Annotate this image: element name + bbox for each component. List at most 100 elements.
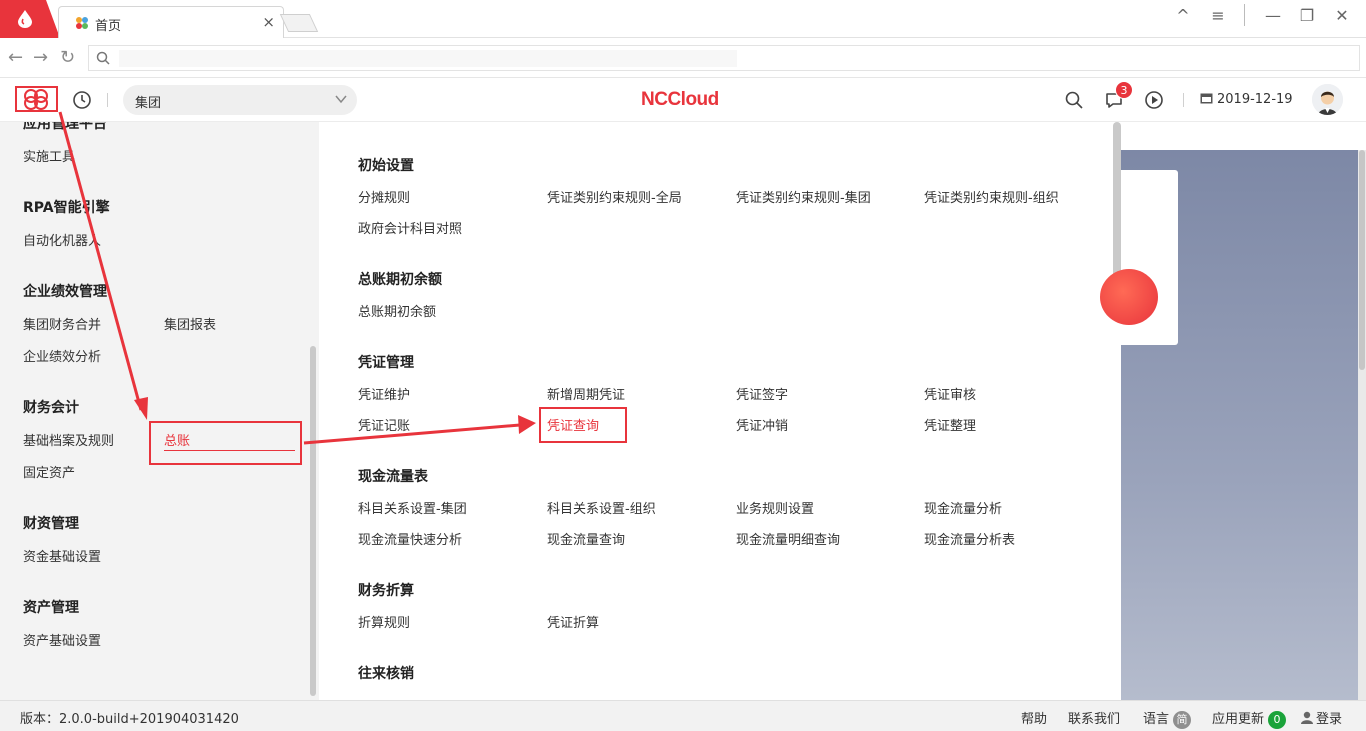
menu-panel-scrollbar[interactable] bbox=[1113, 122, 1121, 282]
browser-logo[interactable] bbox=[0, 0, 60, 38]
forward-icon[interactable]: → bbox=[33, 47, 48, 68]
search-icon bbox=[96, 51, 110, 65]
help-link[interactable]: 帮助 bbox=[1021, 708, 1047, 727]
section-title: 凭证管理 bbox=[358, 355, 414, 371]
contact-link[interactable]: 联系我们 bbox=[1068, 708, 1120, 727]
group-select-value: 集团 bbox=[135, 96, 162, 111]
tab-home[interactable]: 首页 × bbox=[58, 6, 284, 38]
nccloud-logo: NCCloud bbox=[641, 89, 719, 110]
history-clock-icon[interactable] bbox=[72, 90, 92, 110]
new-tab-button[interactable] bbox=[279, 14, 319, 32]
section-title: 往来核销 bbox=[358, 666, 414, 682]
menu-item[interactable]: 凭证审核 bbox=[924, 384, 976, 403]
category-item-fund-settings[interactable]: 资金基础设置 bbox=[23, 546, 101, 565]
header-divider bbox=[107, 93, 108, 107]
browser-menu-icon[interactable]: ≡ bbox=[1206, 6, 1230, 28]
language-badge: 简 bbox=[1173, 711, 1192, 729]
menu-item[interactable]: 凭证类别约束规则-全局 bbox=[547, 187, 682, 206]
url-input[interactable] bbox=[88, 45, 1360, 71]
category-item-group-report[interactable]: 集团报表 bbox=[164, 314, 216, 333]
language-switch[interactable]: 语言简 bbox=[1143, 708, 1192, 729]
menu-item-voucher-query[interactable]: 凭证查询 bbox=[547, 415, 599, 434]
menu-item[interactable]: 现金流量快速分析 bbox=[358, 529, 462, 548]
category-item-automation-robot[interactable]: 自动化机器人 bbox=[23, 230, 101, 249]
address-bar: ← → ↻ bbox=[0, 38, 1366, 78]
login-label: 登录 bbox=[1316, 712, 1343, 727]
menu-panel: 初始设置 分摊规则 凭证类别约束规则-全局 凭证类别约束规则-集团 凭证类别约束… bbox=[319, 122, 1121, 700]
user-avatar-icon bbox=[1312, 84, 1343, 115]
menu-item[interactable]: 凭证折算 bbox=[547, 612, 599, 631]
category-panel: 应用管理平台 实施工具 RPA智能引擎 自动化机器人 企业绩效管理 集团财务合并… bbox=[0, 122, 319, 700]
user-icon bbox=[1301, 711, 1313, 724]
category-panel-scrollbar[interactable] bbox=[310, 346, 316, 696]
category-item-asset-settings[interactable]: 资产基础设置 bbox=[23, 630, 101, 649]
category-title: 企业绩效管理 bbox=[23, 284, 107, 300]
message-count-badge: 3 bbox=[1115, 81, 1133, 99]
refresh-icon[interactable]: ↻ bbox=[60, 47, 75, 68]
section-title: 初始设置 bbox=[358, 158, 414, 174]
home-favicon-icon bbox=[76, 17, 88, 29]
workspace-scroll-thumb[interactable] bbox=[1359, 150, 1365, 370]
menu-item[interactable]: 政府会计科目对照 bbox=[358, 218, 462, 237]
header-divider bbox=[1183, 93, 1184, 107]
user-avatar[interactable] bbox=[1312, 84, 1343, 115]
menu-item[interactable]: 新增周期凭证 bbox=[547, 384, 625, 403]
calendar-icon bbox=[1200, 93, 1213, 104]
app-card-icon bbox=[1100, 269, 1158, 325]
menu-item[interactable]: 凭证整理 bbox=[924, 415, 976, 434]
restore-icon[interactable]: ❐ bbox=[1295, 6, 1319, 28]
menu-item[interactable]: 凭证冲销 bbox=[736, 415, 788, 434]
menu-item[interactable]: 凭证类别约束规则-集团 bbox=[736, 187, 871, 206]
app-update-link[interactable]: 应用更新 0 bbox=[1212, 708, 1287, 729]
menu-item[interactable]: 科目关系设置-组织 bbox=[547, 498, 656, 517]
business-date-text: 2019-12-19 bbox=[1217, 92, 1293, 107]
menu-item[interactable]: 现金流量查询 bbox=[547, 529, 625, 548]
menu-item[interactable]: 折算规则 bbox=[358, 612, 410, 631]
menu-item[interactable]: 凭证维护 bbox=[358, 384, 410, 403]
skin-icon[interactable]: ^ bbox=[1171, 6, 1195, 28]
app-update-label: 应用更新 bbox=[1212, 712, 1265, 727]
business-date[interactable]: 2019-12-19 bbox=[1200, 92, 1293, 107]
menu-item[interactable]: 业务规则设置 bbox=[736, 498, 814, 517]
category-item-general-ledger[interactable]: 总账 bbox=[164, 430, 190, 449]
section-title: 总账期初余额 bbox=[358, 272, 442, 288]
workspace-top bbox=[1121, 122, 1366, 150]
search-icon[interactable] bbox=[1064, 90, 1084, 110]
menu-item[interactable]: 科目关系设置-集团 bbox=[358, 498, 467, 517]
close-window-icon[interactable]: ✕ bbox=[1330, 6, 1354, 28]
category-item-implementation-tools[interactable]: 实施工具 bbox=[23, 146, 75, 165]
section-title: 现金流量表 bbox=[358, 469, 428, 485]
menu-item[interactable]: 凭证类别约束规则-组织 bbox=[924, 187, 1059, 206]
category-title: 财务会计 bbox=[23, 400, 79, 416]
app-menu-button[interactable] bbox=[15, 86, 58, 112]
update-count-badge: 0 bbox=[1268, 711, 1287, 729]
menu-item[interactable]: 总账期初余额 bbox=[358, 301, 436, 320]
app-header: 集团 NCCloud 3 2019-12-19 bbox=[0, 78, 1366, 122]
login-link[interactable]: 登录 bbox=[1300, 708, 1342, 727]
category-item-fixed-assets[interactable]: 固定资产 bbox=[23, 462, 75, 481]
group-select[interactable]: 集团 bbox=[123, 85, 357, 115]
minimize-icon[interactable]: — bbox=[1261, 6, 1285, 28]
status-bar: 版本：2.0.0-build+201904031420 帮助 联系我们 语言简 … bbox=[0, 700, 1366, 731]
tab-close-icon[interactable]: × bbox=[262, 13, 275, 31]
workspace-scrollbar[interactable] bbox=[1358, 150, 1366, 700]
category-item-performance-analysis[interactable]: 企业绩效分析 bbox=[23, 346, 101, 365]
menu-item[interactable]: 现金流量分析 bbox=[924, 498, 1002, 517]
category-title: 财资管理 bbox=[23, 516, 79, 532]
back-icon[interactable]: ← bbox=[8, 47, 23, 68]
menu-item[interactable]: 现金流量分析表 bbox=[924, 529, 1015, 548]
version-text: 版本：2.0.0-build+201904031420 bbox=[20, 712, 239, 727]
menu-item[interactable]: 现金流量明细查询 bbox=[736, 529, 840, 548]
chevron-down-icon bbox=[335, 95, 347, 104]
tab-title: 首页 bbox=[95, 19, 122, 34]
menu-item[interactable]: 凭证签字 bbox=[736, 384, 788, 403]
language-label: 语言 bbox=[1143, 712, 1170, 727]
category-title: 资产管理 bbox=[23, 600, 79, 616]
menu-item[interactable]: 分摊规则 bbox=[358, 187, 410, 206]
menu-item[interactable]: 凭证记账 bbox=[358, 415, 410, 434]
category-item-group-consolidation[interactable]: 集团财务合并 bbox=[23, 314, 101, 333]
category-item-basic-archives[interactable]: 基础档案及规则 bbox=[23, 430, 114, 449]
play-icon[interactable] bbox=[1144, 90, 1164, 110]
section-title: 财务折算 bbox=[358, 583, 414, 599]
menu-flower-icon bbox=[24, 89, 48, 110]
